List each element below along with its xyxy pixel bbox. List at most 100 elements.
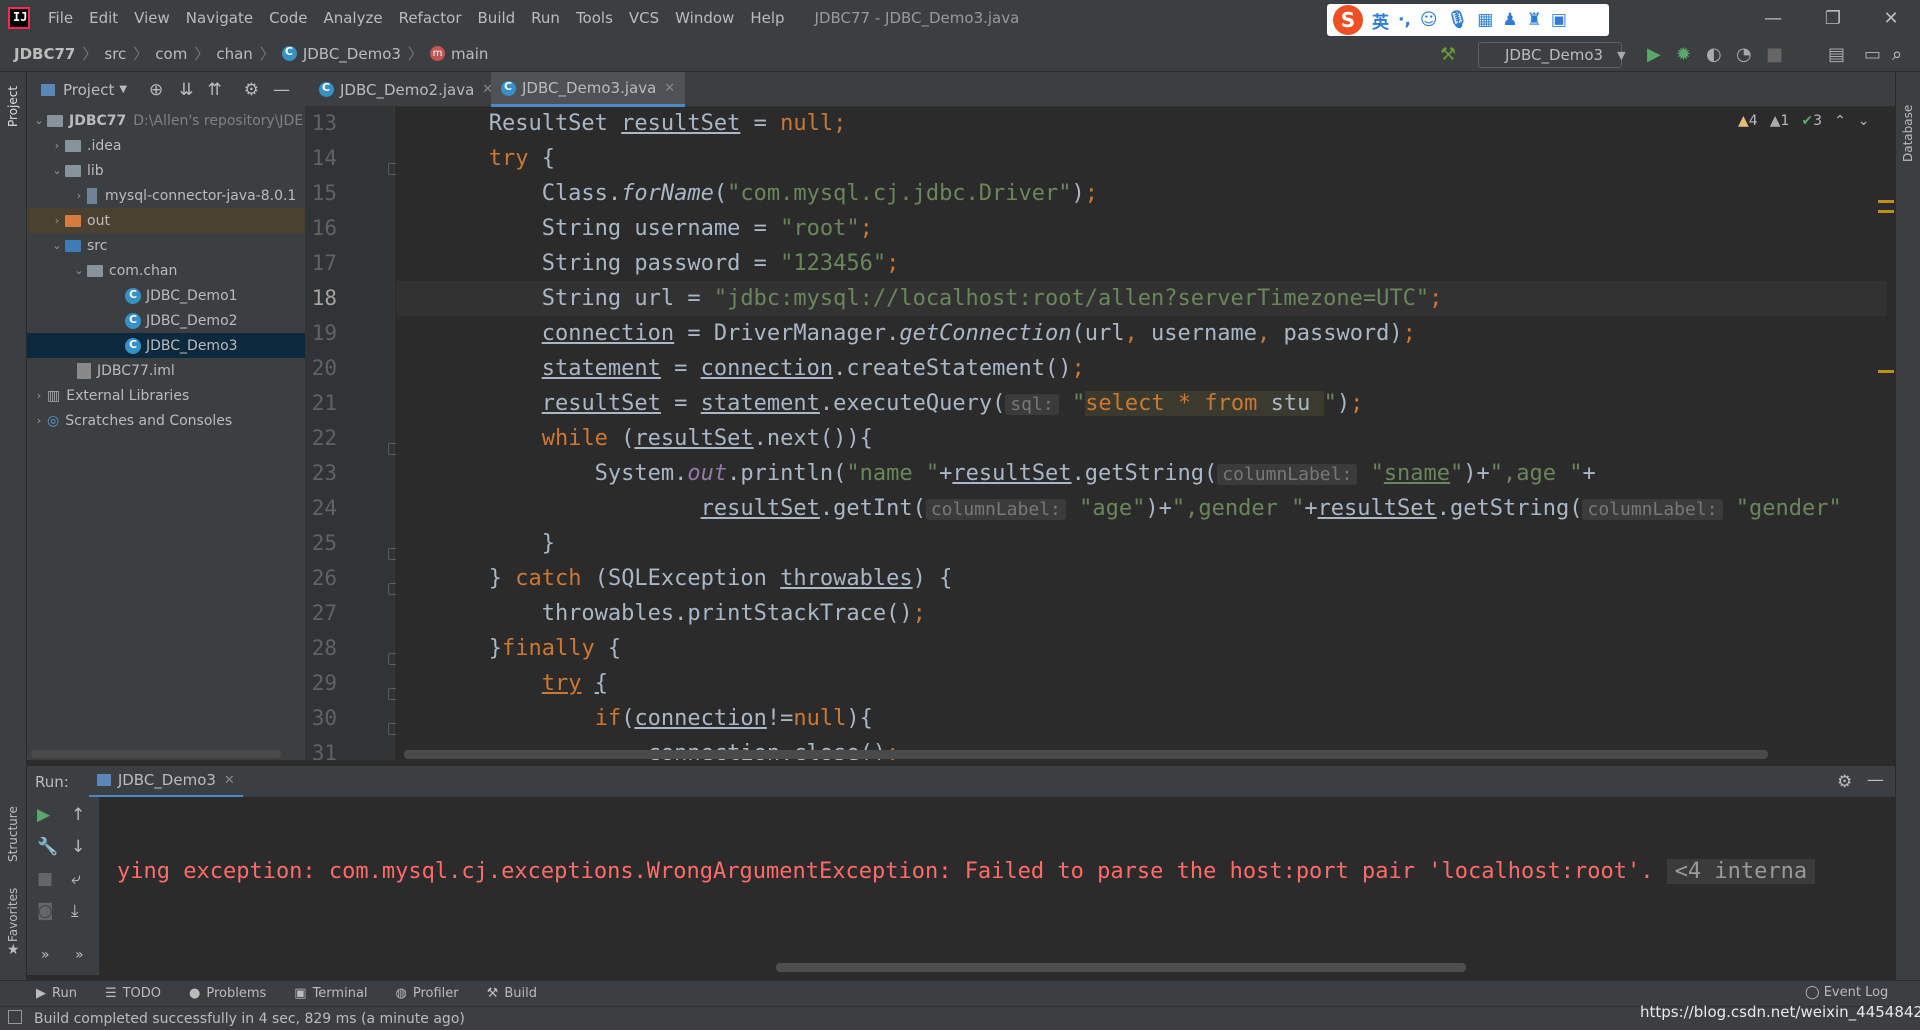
- tree-item-src[interactable]: ⌄ src: [27, 233, 305, 258]
- menu-run[interactable]: Run: [523, 0, 568, 36]
- close-icon[interactable]: ✕: [224, 773, 235, 788]
- folded-internal-lines[interactable]: <4 interna: [1666, 859, 1816, 884]
- warning-count[interactable]: ▲4: [1738, 113, 1758, 129]
- status-toggle-icon[interactable]: [8, 1010, 22, 1024]
- user-icon[interactable]: ♟: [1502, 10, 1517, 30]
- profiler-tool-button[interactable]: ◍ Profiler: [396, 986, 459, 1001]
- presentation-icon[interactable]: ▭: [1864, 44, 1881, 65]
- tree-item-external-libraries[interactable]: › ▥ External Libraries: [27, 383, 305, 408]
- tree-item-package[interactable]: ⌄ com.chan: [27, 258, 305, 283]
- close-icon[interactable]: ✕: [664, 81, 675, 96]
- breadcrumb-class[interactable]: JDBC_Demo3: [303, 45, 401, 63]
- keyboard-icon[interactable]: ▦: [1477, 10, 1493, 30]
- toolbox-icon[interactable]: ▣: [1551, 10, 1567, 30]
- down-arrow-icon[interactable]: ↓: [71, 837, 85, 857]
- tab-jdbc-demo3[interactable]: JDBC_Demo3.java ✕: [491, 72, 686, 107]
- ime-punctuation[interactable]: ·,: [1398, 10, 1411, 30]
- weak-warning-count[interactable]: ▲1: [1770, 113, 1790, 129]
- wrench-icon[interactable]: 🔧: [37, 837, 58, 857]
- terminal-tool-button[interactable]: ▣ Terminal: [294, 986, 367, 1001]
- tree-item-demo2[interactable]: JDBC_Demo2: [27, 308, 305, 333]
- favorites-tool-button[interactable]: Favorites: [6, 888, 20, 942]
- hide-panel-icon[interactable]: —: [1867, 770, 1884, 790]
- status-message[interactable]: Build completed successfully in 4 sec, 8…: [34, 1011, 465, 1027]
- database-tool-button[interactable]: Database: [1901, 105, 1915, 162]
- tree-item-out[interactable]: › out: [27, 208, 305, 233]
- emoji-icon[interactable]: ☺: [1420, 10, 1438, 30]
- menu-tools[interactable]: Tools: [568, 0, 621, 36]
- event-log-button[interactable]: ◯ Event Log: [1805, 985, 1888, 1000]
- camera-icon[interactable]: ◙: [37, 901, 54, 921]
- menu-view[interactable]: View: [126, 0, 178, 36]
- project-structure-icon[interactable]: ▤: [1828, 44, 1845, 65]
- profile-icon[interactable]: ◔: [1736, 44, 1752, 65]
- project-view-select[interactable]: Project: [63, 81, 114, 99]
- menu-file[interactable]: File: [40, 0, 81, 36]
- code-editor[interactable]: ResultSet resultSet = null; try { Class.…: [396, 107, 1887, 760]
- coverage-icon[interactable]: ◐: [1706, 44, 1722, 65]
- console-horizontal-scrollbar[interactable]: [776, 963, 1466, 972]
- tree-item-project-root[interactable]: ⌄ JDBC77 D:\Allen's repository\JDE: [27, 108, 305, 133]
- ime-language[interactable]: 英: [1372, 8, 1389, 33]
- close-window-button[interactable]: ✕: [1862, 0, 1920, 36]
- menu-build[interactable]: Build: [470, 0, 524, 36]
- microphone-icon[interactable]: 🎙: [1447, 10, 1469, 30]
- restore-button[interactable]: ❐: [1804, 0, 1862, 36]
- expand-all-icon[interactable]: ⇊: [179, 80, 193, 100]
- scroll-to-end-icon[interactable]: ⤓: [71, 901, 79, 921]
- project-horizontal-scrollbar[interactable]: [31, 750, 281, 758]
- collapse-all-icon[interactable]: ⇈: [208, 80, 222, 100]
- breadcrumb-project[interactable]: JDBC77: [14, 45, 75, 63]
- warning-marker[interactable]: [1878, 370, 1894, 373]
- menu-vcs[interactable]: VCS: [621, 0, 667, 36]
- build-tool-button[interactable]: ⚒ Build: [487, 986, 537, 1001]
- typo-count[interactable]: ✔3: [1801, 113, 1822, 129]
- stop-icon[interactable]: ■: [37, 869, 53, 889]
- gear-icon[interactable]: ⚙: [1837, 772, 1852, 792]
- locate-icon[interactable]: ⊕: [149, 80, 163, 100]
- more-icon[interactable]: »: [41, 947, 50, 963]
- warning-marker[interactable]: [1878, 200, 1894, 203]
- tree-item-mysql-connector[interactable]: › mysql-connector-java-8.0.1: [27, 183, 305, 208]
- tab-jdbc-demo2[interactable]: JDBC_Demo2.java✕: [309, 72, 503, 107]
- breadcrumb-chan[interactable]: chan: [216, 45, 252, 63]
- up-arrow-icon[interactable]: ↑: [71, 805, 85, 825]
- search-everywhere-icon[interactable]: ⌕: [1892, 44, 1902, 65]
- menu-refactor[interactable]: Refactor: [391, 0, 470, 36]
- tree-item-demo1[interactable]: JDBC_Demo1: [27, 283, 305, 308]
- soft-wrap-icon[interactable]: ⤶: [71, 869, 81, 889]
- next-highlight-icon[interactable]: ⌄: [1858, 113, 1870, 129]
- minimize-button[interactable]: —: [1744, 0, 1802, 36]
- structure-tool-button[interactable]: Structure: [6, 806, 20, 862]
- tree-item-iml[interactable]: JDBC77.iml: [27, 358, 305, 383]
- menu-code[interactable]: Code: [261, 0, 315, 36]
- breadcrumb-method[interactable]: main: [451, 45, 488, 63]
- stop-icon[interactable]: ■: [1766, 44, 1783, 65]
- warning-marker[interactable]: [1878, 210, 1894, 213]
- menu-window[interactable]: Window: [667, 0, 742, 36]
- inspection-widget[interactable]: ▲4 ▲1 ✔3 ⌃ ⌄: [1738, 113, 1870, 129]
- menu-edit[interactable]: Edit: [81, 0, 126, 36]
- rerun-icon[interactable]: ▶: [37, 805, 50, 825]
- breadcrumb-src[interactable]: src: [104, 45, 126, 63]
- skin-icon[interactable]: ♜: [1527, 10, 1542, 30]
- todo-tool-button[interactable]: ☰ TODO: [105, 986, 161, 1001]
- editor-horizontal-scrollbar[interactable]: [404, 750, 1768, 759]
- more-icon[interactable]: »: [75, 947, 84, 963]
- run-tab[interactable]: JDBC_Demo3 ✕: [88, 766, 243, 798]
- tree-item-scratches[interactable]: › ◎ Scratches and Consoles: [27, 408, 305, 433]
- gear-icon[interactable]: ⚙: [244, 80, 259, 100]
- menu-navigate[interactable]: Navigate: [178, 0, 261, 36]
- previous-highlight-icon[interactable]: ⌃: [1834, 113, 1846, 129]
- tree-item-lib[interactable]: ⌄ lib: [27, 158, 305, 183]
- breadcrumb-com[interactable]: com: [155, 45, 187, 63]
- run-tool-button[interactable]: ▶ Run: [36, 986, 77, 1001]
- hide-panel-icon[interactable]: —: [273, 80, 290, 100]
- menu-help[interactable]: Help: [742, 0, 792, 36]
- ime-toolbar[interactable]: S 英 ·, ☺ 🎙 ▦ ♟ ♜ ▣: [1327, 4, 1609, 36]
- run-configuration-select[interactable]: JDBC_Demo3 ▼: [1478, 42, 1626, 68]
- debug-icon[interactable]: ✹: [1676, 44, 1691, 65]
- build-hammer-icon[interactable]: ⚒: [1440, 44, 1456, 65]
- tree-item-demo3[interactable]: JDBC_Demo3: [27, 333, 305, 358]
- run-icon[interactable]: ▶: [1647, 44, 1661, 65]
